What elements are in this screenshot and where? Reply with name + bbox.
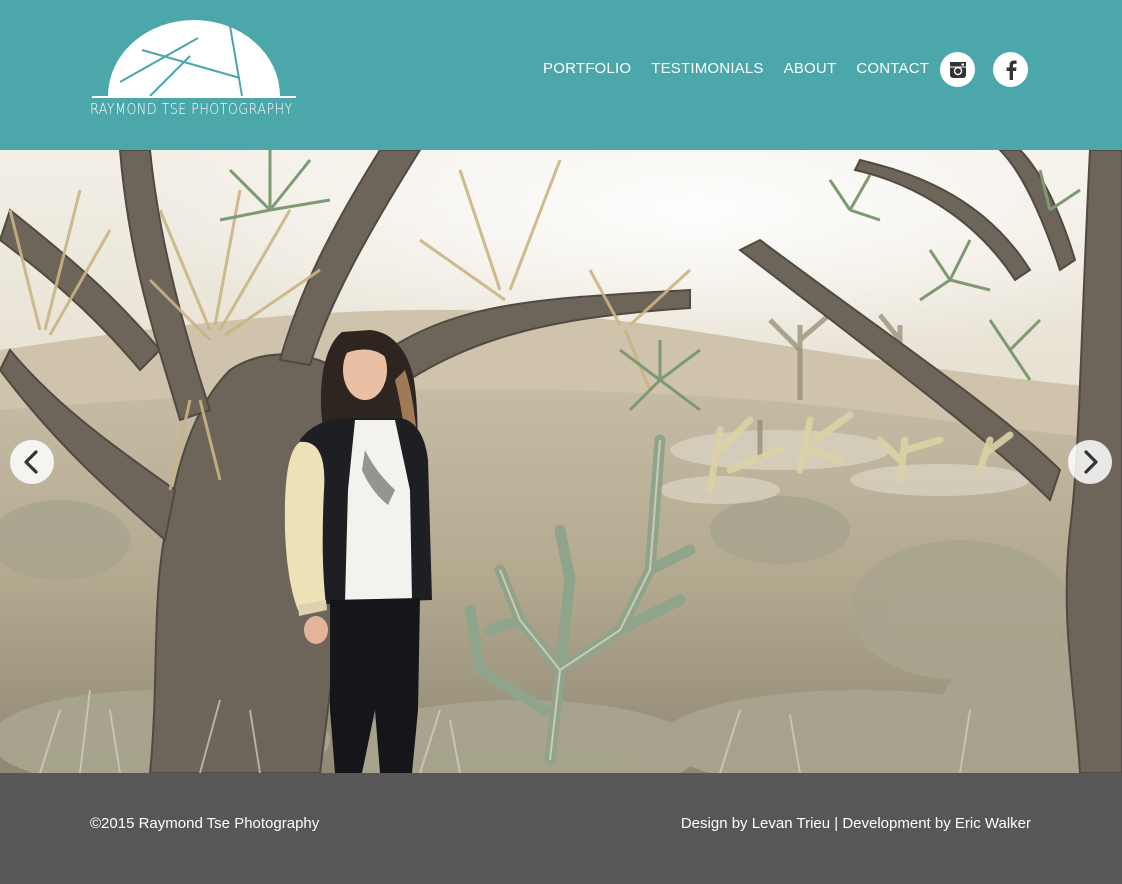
aperture-logo-icon [92,20,296,98]
hero-photo [0,150,1122,773]
copyright-text: ©2015 Raymond Tse Photography [90,815,320,832]
site-logo[interactable]: RAYMOND TSE PHOTOGRAPHY [90,16,298,122]
slider-prev-button[interactable] [10,440,54,484]
credits-text: Design by Levan Trieu | Development by E… [680,815,1031,832]
nav-item-testimonials[interactable]: TESTIMONIALS [651,60,763,77]
nav-item-portfolio[interactable]: PORTFOLIO [543,60,631,77]
facebook-icon [1006,60,1017,80]
site-header: RAYMOND TSE PHOTOGRAPHY PORTFOLIO TESTIM… [0,0,1122,150]
chevron-right-icon [1084,450,1098,474]
nav-item-about[interactable]: ABOUT [784,60,837,77]
instagram-icon [949,61,966,78]
instagram-button[interactable] [940,52,975,87]
main-nav: PORTFOLIO TESTIMONIALS ABOUT CONTACT [543,60,929,77]
slider-next-button[interactable] [1068,440,1112,484]
nav-item-contact[interactable]: CONTACT [856,60,929,77]
logo-wordmark: RAYMOND TSE PHOTOGRAPHY [90,100,293,118]
facebook-button[interactable] [993,52,1028,87]
site-footer: ©2015 Raymond Tse Photography Design by … [0,773,1122,884]
hero-slider [0,150,1122,773]
chevron-left-icon [24,450,38,474]
